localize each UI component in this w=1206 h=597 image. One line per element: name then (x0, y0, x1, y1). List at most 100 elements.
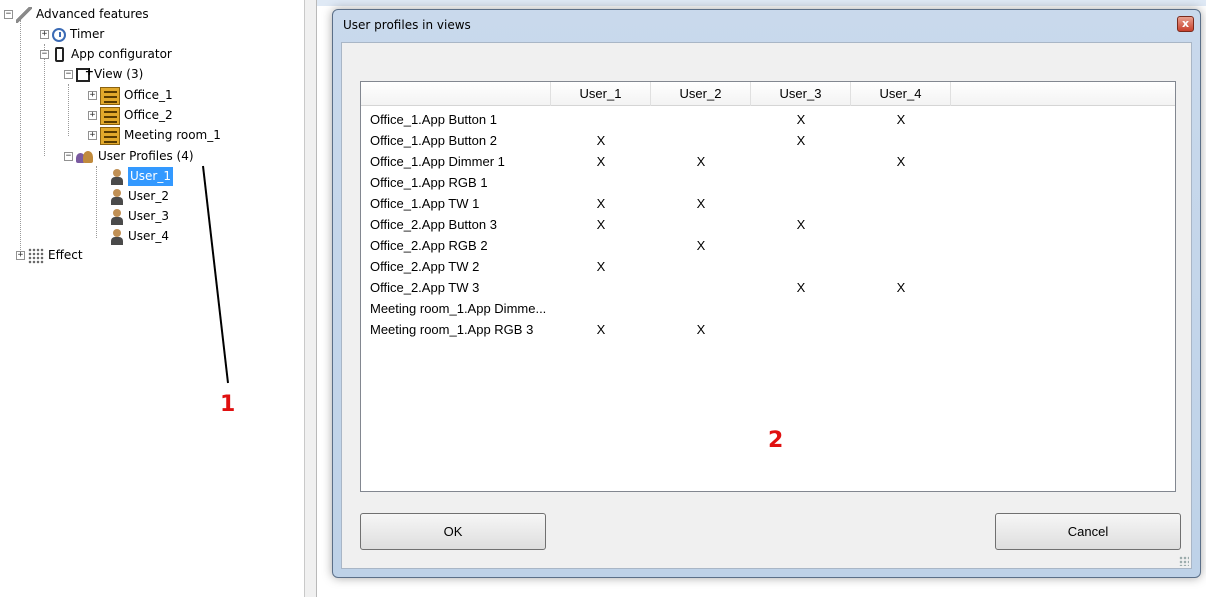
row-view-element: Office_1.App RGB 1 (370, 175, 488, 190)
building-icon (100, 126, 120, 145)
table-row[interactable]: Office_1.App Button 1 X X (361, 109, 1175, 130)
table-row[interactable]: Office_2.App TW 3 X X (361, 277, 1175, 298)
table-row[interactable]: Office_1.App Button 2 X X (361, 130, 1175, 151)
tree-node-label: Advanced features (36, 7, 149, 21)
row-mark-user-3: X (796, 280, 806, 295)
tree-node-view-office-1[interactable]: + Office_1 (88, 86, 173, 105)
tree-node-label: User_3 (128, 209, 169, 223)
column-header-user-3[interactable]: User_3 (751, 82, 851, 106)
tree-node-label: Office_2 (124, 108, 173, 122)
expand-icon[interactable]: + (88, 91, 97, 100)
clock-icon (52, 27, 66, 42)
table-row[interactable]: Office_2.App RGB 2 X (361, 235, 1175, 256)
user-icon (110, 168, 124, 185)
table-row[interactable]: Office_2.App TW 2 X (361, 256, 1175, 277)
tree-node-user-2[interactable]: User_2 (110, 187, 169, 206)
row-view-element: Office_2.App TW 3 (370, 280, 480, 295)
row-mark-user-3: X (796, 112, 806, 127)
row-mark-user-1: X (596, 133, 606, 148)
row-mark-user-4: X (896, 112, 906, 127)
tree-node-view[interactable]: − View (3) (64, 62, 144, 84)
tree-node-label: Timer (70, 27, 105, 41)
tree-node-label-selected: User_1 (128, 167, 173, 186)
table-row[interactable]: Meeting room_1.App RGB 3 X X (361, 319, 1175, 340)
tree-node-user-profiles[interactable]: − User Profiles (4) (64, 147, 194, 166)
tree-node-label: User Profiles (4) (98, 149, 194, 163)
tree-node-label: Meeting room_1 (124, 128, 221, 142)
row-view-element: Office_2.App TW 2 (370, 259, 480, 274)
collapse-icon[interactable]: − (40, 50, 49, 59)
row-view-element: Office_1.App Button 1 (370, 112, 497, 127)
row-mark-user-1: X (596, 154, 606, 169)
user-profiles-dialog: User profiles in views x User_1 User_2 U… (332, 9, 1201, 578)
cancel-button[interactable]: Cancel (995, 513, 1181, 550)
collapse-icon[interactable]: − (4, 10, 13, 19)
tree-node-effect[interactable]: + Effect (16, 246, 83, 265)
callout-1: 1 (214, 390, 242, 419)
row-mark-user-4: X (896, 280, 906, 295)
tree-node-user-4[interactable]: User_4 (110, 227, 169, 246)
row-view-element: Office_2.App RGB 2 (370, 238, 488, 253)
table-row[interactable]: Office_1.App TW 1 X X (361, 193, 1175, 214)
tree-node-timer[interactable]: + Timer (40, 25, 104, 44)
expand-icon[interactable]: + (88, 111, 97, 120)
splitter[interactable] (305, 0, 317, 597)
collapse-icon[interactable]: − (64, 152, 73, 161)
ok-button[interactable]: OK (360, 513, 546, 550)
user-group-icon (76, 149, 94, 165)
sparkle-icon (28, 247, 44, 264)
tree-node-view-meeting-room-1[interactable]: + Meeting room_1 (88, 126, 221, 145)
callout-2: 2 (762, 426, 790, 455)
tree-node-view-office-2[interactable]: + Office_2 (88, 106, 173, 125)
expand-icon[interactable]: + (88, 131, 97, 140)
tree-connector (20, 20, 21, 260)
row-view-element: Office_1.App Button 2 (370, 133, 497, 148)
building-icon (100, 106, 120, 125)
column-header-user-1[interactable]: User_1 (551, 82, 651, 106)
table-row[interactable]: Office_1.App Dimmer 1 X X X (361, 151, 1175, 172)
row-mark-user-2: X (696, 196, 706, 211)
row-view-element: Office_2.App Button 3 (370, 217, 497, 232)
row-mark-user-2: X (696, 154, 706, 169)
project-tree-panel: − Advanced features + Timer − App config… (0, 0, 317, 597)
row-mark-user-2: X (696, 238, 706, 253)
row-view-element: Meeting room_1.App RGB 3 (370, 322, 534, 337)
window-frame (317, 0, 1206, 6)
close-icon[interactable]: x (1177, 16, 1194, 32)
tree-node-user-1[interactable]: User_1 (110, 167, 173, 186)
column-header-name[interactable] (361, 82, 551, 106)
tree-connector (68, 84, 69, 136)
features-icon (16, 6, 32, 23)
expand-icon[interactable]: + (16, 251, 25, 260)
collapse-icon[interactable]: − (64, 70, 73, 79)
phone-icon (55, 47, 64, 62)
dialog-title: User profiles in views (343, 18, 471, 32)
tree-node-label: User_2 (128, 189, 169, 203)
tree-node-label: User_4 (128, 229, 169, 243)
table-row[interactable]: Office_2.App Button 3 X X (361, 214, 1175, 235)
row-view-element: Office_1.App Dimmer 1 (370, 154, 505, 169)
column-header-user-4[interactable]: User_4 (851, 82, 951, 106)
row-mark-user-1: X (596, 196, 606, 211)
row-mark-user-3: X (796, 133, 806, 148)
resize-grip-icon[interactable] (1179, 556, 1189, 566)
dialog-body: User_1 User_2 User_3 User_4 Office_1.App… (341, 42, 1192, 569)
building-icon (100, 86, 120, 105)
column-header-user-2[interactable]: User_2 (651, 82, 751, 106)
row-mark-user-3: X (796, 217, 806, 232)
table-row[interactable]: Meeting room_1.App Dimme... (361, 298, 1175, 319)
tree-node-advanced-features[interactable]: − Advanced features (4, 5, 149, 24)
table-row[interactable]: Office_1.App RGB 1 (361, 172, 1175, 193)
new-view-icon (76, 62, 94, 82)
tree-node-label: View (3) (94, 67, 144, 81)
tree-node-label: Effect (48, 248, 83, 262)
user-icon (110, 208, 124, 225)
row-mark-user-1: X (596, 259, 606, 274)
row-mark-user-2: X (696, 322, 706, 337)
tree-node-user-3[interactable]: User_3 (110, 207, 169, 226)
expand-icon[interactable]: + (40, 30, 49, 39)
tree-node-app-configurator[interactable]: − App configurator (40, 45, 172, 64)
user-icon (110, 228, 124, 245)
row-mark-user-4: X (896, 154, 906, 169)
row-mark-user-1: X (596, 217, 606, 232)
